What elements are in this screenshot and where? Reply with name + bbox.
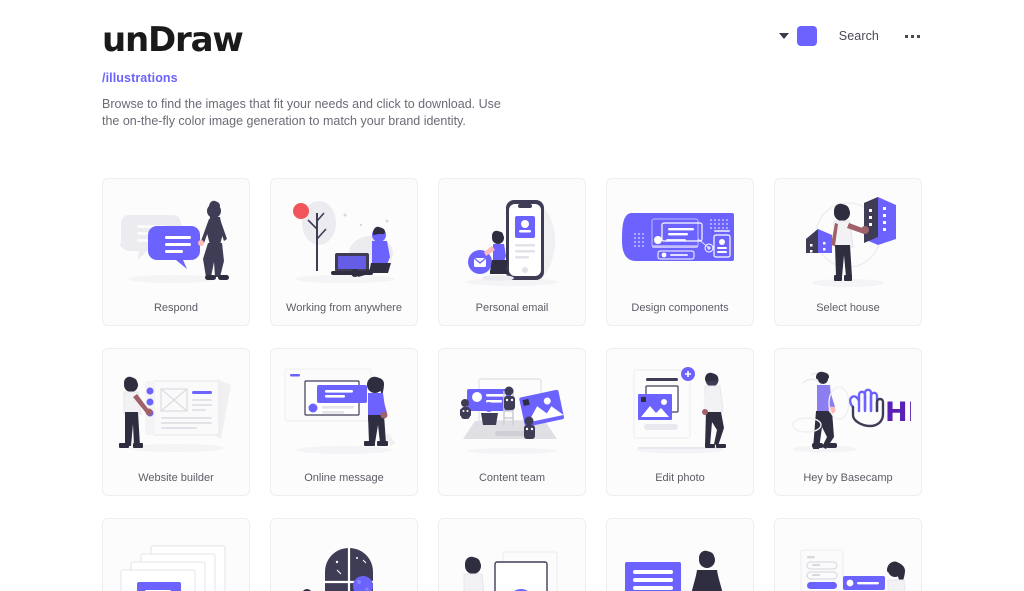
illustration-card-label: Hey by Basecamp [803, 472, 893, 484]
page-root: unDraw Search /illustrations Browse to f… [0, 0, 1024, 591]
illustration-card[interactable]: HEY Hey by Basecamp [774, 348, 922, 496]
add-document-illustration [439, 519, 585, 591]
illustration-card-label: Website builder [138, 472, 214, 484]
chevron-down-glyph [778, 33, 789, 39]
illustration-card-label: Content team [478, 472, 546, 484]
task-list-illustration [775, 519, 921, 591]
stacked-documents-illustration [103, 519, 249, 591]
illustration-card[interactable] [270, 518, 418, 591]
illustration-grid: Respond Working from anywhere Personal e… [102, 178, 922, 591]
respond-illustration [103, 179, 249, 291]
text-block-person-illustration [607, 519, 753, 591]
illustration-card[interactable]: Select house [774, 178, 922, 326]
search-button[interactable]: Search [839, 29, 879, 43]
select-house-illustration [775, 179, 921, 291]
page-description: Browse to find the images that fit your … [102, 97, 501, 128]
ellipsis-dot [911, 34, 914, 38]
ellipsis-dot [905, 34, 908, 38]
illustration-card-label: Respond [153, 302, 199, 314]
illustration-card[interactable]: Edit photo [606, 348, 754, 496]
website-builder-illustration [103, 349, 249, 461]
illustration-card[interactable]: Personal email [438, 178, 586, 326]
svg-text:HEY: HEY [885, 397, 911, 428]
ellipsis-icon[interactable] [903, 29, 922, 44]
illustration-card-label: Online message [304, 472, 384, 484]
illustration-card[interactable] [606, 518, 754, 591]
illustration-card[interactable]: Respond [102, 178, 250, 326]
illustration-card[interactable]: Online message [270, 348, 418, 496]
illustration-card[interactable]: Content team [438, 348, 586, 496]
chevron-down-icon[interactable] [775, 25, 793, 47]
space-window-illustration [271, 519, 417, 591]
logo[interactable]: unDraw [102, 18, 244, 62]
illustration-card-label: Working from anywhere [286, 302, 402, 314]
illustration-card[interactable] [102, 518, 250, 591]
illustration-card-label: Design components [631, 302, 729, 314]
color-swatch-button[interactable] [796, 26, 817, 46]
working-from-anywhere-illustration [271, 179, 417, 291]
header: unDraw Search [102, 18, 922, 70]
ellipsis-dot [917, 34, 920, 38]
design-components-illustration [607, 179, 753, 291]
illustration-card-label: Personal email [475, 302, 549, 314]
personal-email-illustration [439, 179, 585, 291]
hey-by-basecamp-illustration: HEY [775, 349, 921, 461]
illustration-card[interactable] [774, 518, 922, 591]
illustration-card-label: Select house [816, 302, 880, 314]
illustration-card[interactable]: Website builder [102, 348, 250, 496]
header-actions: Search [775, 25, 922, 47]
illustration-card[interactable]: Design components [606, 178, 754, 326]
edit-photo-illustration [607, 349, 753, 461]
illustration-card[interactable] [438, 518, 586, 591]
illustration-card-label: Edit photo [655, 472, 705, 484]
content-team-illustration [439, 349, 585, 461]
breadcrumb[interactable]: /illustrations [102, 71, 178, 85]
online-message-illustration [271, 349, 417, 461]
illustration-card[interactable]: Working from anywhere [270, 178, 418, 326]
